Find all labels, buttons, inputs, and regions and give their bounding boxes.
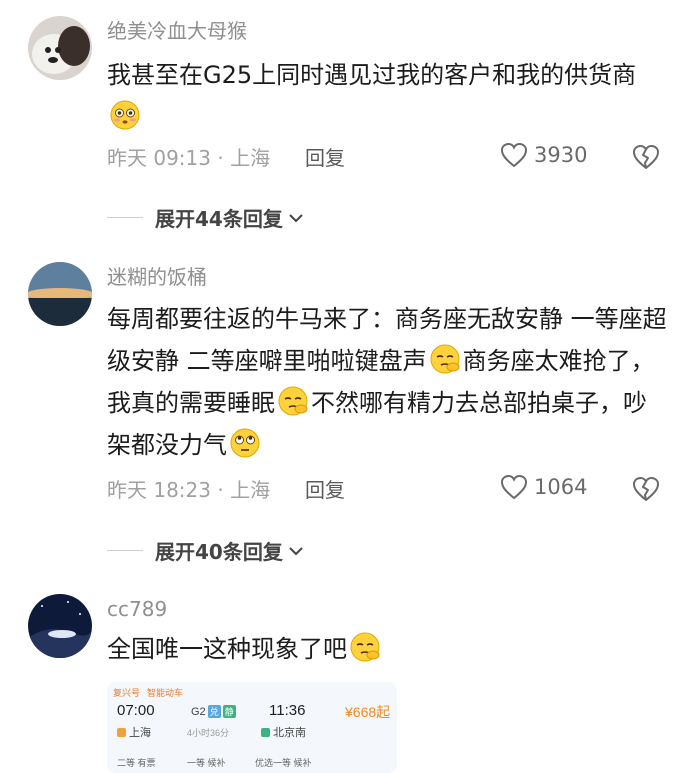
from-station-label: 上海	[129, 727, 151, 739]
train-number: G2 兑静	[191, 705, 236, 718]
chevron-down-icon	[289, 213, 303, 222]
train-tag-b: 静	[222, 705, 236, 718]
seat-premium-first-class: 优选一等 候补	[255, 758, 312, 768]
chevron-down-icon	[289, 546, 303, 555]
eye-roll-emoji-icon	[230, 428, 260, 458]
like-button[interactable]: 1064	[500, 474, 587, 500]
expand-replies-button[interactable]: 展开40条回复	[107, 536, 305, 565]
ticket-price: ¥668起	[345, 704, 391, 720]
depart-time: 07:00	[117, 702, 155, 719]
arrive-time: 11:36	[269, 702, 306, 719]
attached-ticket-image[interactable]: 复兴号 智能动车 07:00 G2 兑静 11:36 ¥668起 上海 4小时36…	[107, 682, 397, 773]
comment-text: 全国唯一这种现象了吧	[107, 628, 667, 670]
seat-first-class: 一等 候补	[187, 758, 226, 768]
dislike-button[interactable]	[632, 144, 660, 174]
smart-train-tag: 智能动车	[147, 688, 184, 698]
avatar[interactable]	[28, 262, 92, 326]
comment-text-body: 我甚至在G25上同时遇见过我的客户和我的供货商	[107, 61, 637, 89]
dislike-button[interactable]	[632, 476, 660, 506]
reply-button[interactable]: 回复	[305, 144, 345, 172]
comment-time-location: 昨天 09:13 · 上海	[107, 146, 271, 170]
seat-second-class: 二等 有票	[117, 758, 156, 768]
broken-heart-icon	[633, 477, 659, 501]
to-station-label: 北京南	[273, 727, 306, 739]
avatar[interactable]	[28, 16, 92, 80]
broken-heart-icon	[633, 145, 659, 169]
divider-line	[107, 550, 143, 551]
expand-replies-label: 展开44条回复	[155, 207, 283, 231]
tired-face-emoji-icon	[278, 386, 308, 416]
username[interactable]: 迷糊的饭桶	[107, 264, 207, 290]
divider-line	[107, 217, 143, 218]
avatar[interactable]	[28, 594, 92, 658]
trip-duration: 4小时36分	[187, 728, 230, 738]
like-count: 3930	[534, 143, 588, 167]
username[interactable]: 绝美冷血大母猴	[107, 18, 247, 44]
like-button[interactable]: 3930	[500, 142, 587, 168]
expand-replies-label: 展开40条回复	[155, 540, 283, 564]
heart-icon	[500, 142, 528, 168]
username[interactable]: cc789	[107, 596, 167, 622]
train-tag-a: 兑	[207, 705, 221, 718]
flushed-face-emoji-icon	[110, 100, 140, 130]
heart-icon	[500, 474, 528, 500]
reply-button[interactable]: 回复	[305, 476, 345, 504]
to-station: 北京南	[261, 724, 306, 740]
expand-replies-button[interactable]: 展开44条回复	[107, 203, 305, 232]
comment-text-body: 全国唯一这种现象了吧	[107, 635, 347, 663]
start-station-icon	[117, 728, 126, 737]
like-count: 1064	[534, 475, 588, 499]
from-station: 上海	[117, 724, 151, 740]
train-number-label: G2	[191, 706, 206, 718]
comment-text: 我甚至在G25上同时遇见过我的客户和我的供货商	[107, 54, 667, 138]
comment-text: 每周都要往返的牛马来了：商务座无敌安静 一等座超级安静 二等座噼里啪啦键盘声 商…	[107, 298, 667, 466]
end-station-icon	[261, 728, 270, 737]
comment-time-location: 昨天 18:23 · 上海	[107, 478, 271, 502]
tired-face-emoji-icon	[350, 632, 380, 662]
train-type-tag: 复兴号	[113, 688, 141, 698]
tired-face-emoji-icon	[430, 344, 460, 374]
